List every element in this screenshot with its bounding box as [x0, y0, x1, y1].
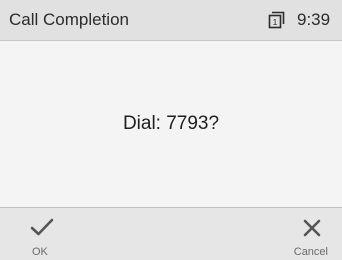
- dialog-content: Dial: 7793?: [0, 41, 342, 207]
- softkey-bar: OK Cancel: [0, 207, 342, 260]
- close-icon: [303, 219, 321, 237]
- line-number: 1: [273, 17, 278, 27]
- ok-softkey[interactable]: OK: [8, 208, 88, 260]
- status-bar: Call Completion 1 9:39: [0, 0, 342, 41]
- ok-label: OK: [32, 246, 48, 258]
- clock: 9:39: [297, 10, 331, 29]
- cancel-label: Cancel: [293, 246, 328, 258]
- screen-title: Call Completion: [9, 10, 129, 29]
- line-indicator-icon: 1: [268, 11, 285, 29]
- cancel-softkey[interactable]: Cancel: [262, 208, 342, 260]
- dial-prompt: Dial: 7793?: [122, 113, 220, 134]
- check-icon: [30, 218, 54, 236]
- phone-screen: Call Completion 1 9:39 Dial: 7793? OK Ca…: [0, 0, 342, 260]
